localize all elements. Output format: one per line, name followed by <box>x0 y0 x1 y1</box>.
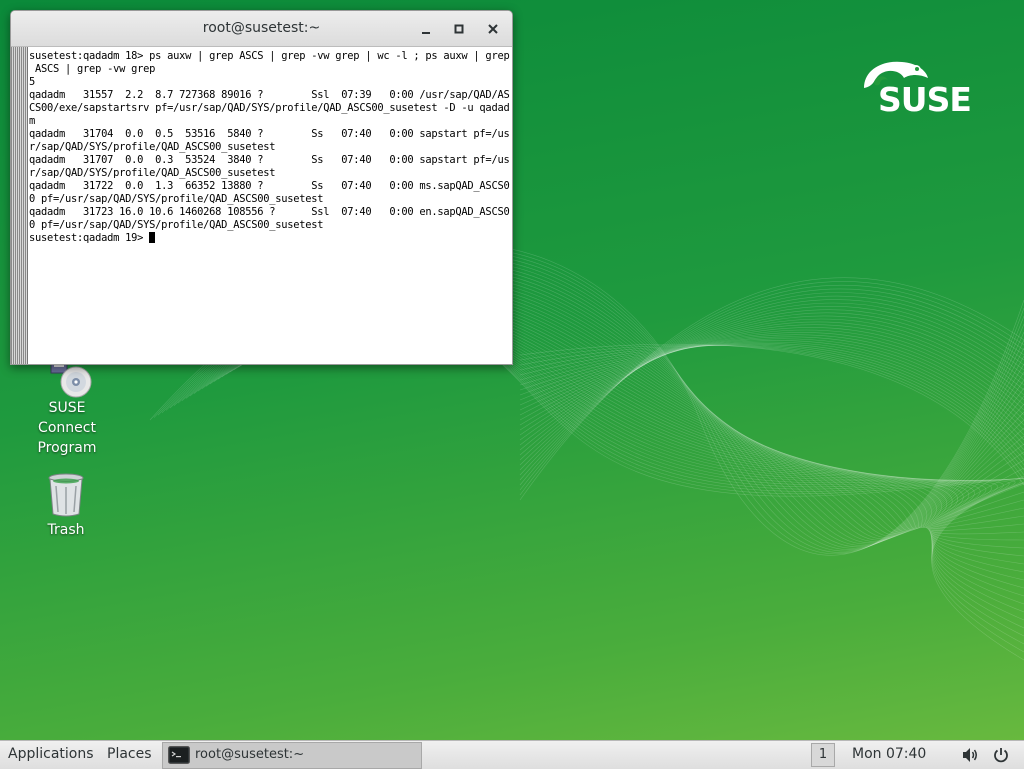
volume-icon[interactable] <box>962 747 980 763</box>
desktop-icon-trash[interactable]: Trash <box>16 472 116 540</box>
terminal-line: qadadm 31722 0.0 1.3 66352 13880 ? Ss 07… <box>29 180 510 192</box>
taskbar-item-terminal[interactable]: root@susetest:~ <box>162 742 422 769</box>
minimize-icon <box>422 32 430 34</box>
terminal-line: 5 <box>29 76 36 88</box>
power-icon[interactable] <box>993 747 1009 763</box>
terminal-line: ASCS | grep -vw grep <box>29 63 156 75</box>
bottom-panel: Applications Places root@susetest:~ 1 Mo… <box>0 740 1024 769</box>
terminal-line: qadadm 31704 0.0 0.5 53516 5840 ? Ss 07:… <box>29 128 510 140</box>
text-cursor <box>149 232 156 243</box>
desktop-icon-suse-connect[interactable]: SUSE Connect Program <box>17 360 117 458</box>
terminal-line: qadadm 31707 0.0 0.3 53524 3840 ? Ss 07:… <box>29 154 510 166</box>
terminal-icon <box>168 746 190 764</box>
terminal-line: r/sap/QAD/SYS/profile/QAD_ASCS00_susetes… <box>29 167 276 179</box>
trash-icon <box>48 473 84 517</box>
taskbar-item-label: root@susetest:~ <box>195 747 305 762</box>
desktop-icon-label-line: Connect <box>38 420 96 436</box>
maximize-button[interactable] <box>448 18 470 40</box>
applications-menu[interactable]: Applications <box>8 741 94 769</box>
terminal-line: CS00/exe/sapstartsrv pf=/usr/sap/QAD/SYS… <box>29 102 510 114</box>
terminal-output[interactable]: susetest:qadadm 18> ps auxw | grep ASCS … <box>29 50 510 364</box>
terminal-window[interactable]: root@susetest:~ susetest:qadadm 18> ps a… <box>10 10 513 365</box>
terminal-scrollbar[interactable] <box>11 47 28 364</box>
disk-icon <box>50 360 92 398</box>
desktop-icon-label-line: Program <box>37 440 97 456</box>
maximize-icon <box>454 24 464 34</box>
desktop-icon-label-line: SUSE <box>48 400 86 416</box>
desktop-icon-label-line: Trash <box>47 522 85 538</box>
terminal-line: qadadm 31723 16.0 10.6 1460268 108556 ? … <box>29 206 510 218</box>
places-menu[interactable]: Places <box>107 741 152 769</box>
close-button[interactable] <box>482 18 504 40</box>
close-icon <box>488 24 498 34</box>
terminal-prompt: susetest:qadadm 19> <box>29 232 150 244</box>
terminal-line: m <box>29 115 36 127</box>
suse-logo-text: SUSE <box>878 80 972 119</box>
workspace-switcher[interactable]: 1 <box>811 743 835 767</box>
terminal-line: 0 pf=/usr/sap/QAD/SYS/profile/QAD_ASCS00… <box>29 219 324 231</box>
terminal-body[interactable]: susetest:qadadm 18> ps auxw | grep ASCS … <box>11 47 512 364</box>
window-titlebar[interactable]: root@susetest:~ <box>11 11 512 47</box>
clock[interactable]: Mon 07:40 <box>852 741 926 769</box>
terminal-line: susetest:qadadm 18> ps auxw | grep ASCS … <box>29 50 510 62</box>
terminal-line: 0 pf=/usr/sap/QAD/SYS/profile/QAD_ASCS00… <box>29 193 324 205</box>
suse-logo: SUSE <box>858 58 978 120</box>
minimize-button[interactable] <box>415 18 437 40</box>
terminal-line: r/sap/QAD/SYS/profile/QAD_ASCS00_susetes… <box>29 141 276 153</box>
terminal-line: qadadm 31557 2.2 8.7 727368 89016 ? Ssl … <box>29 89 510 101</box>
